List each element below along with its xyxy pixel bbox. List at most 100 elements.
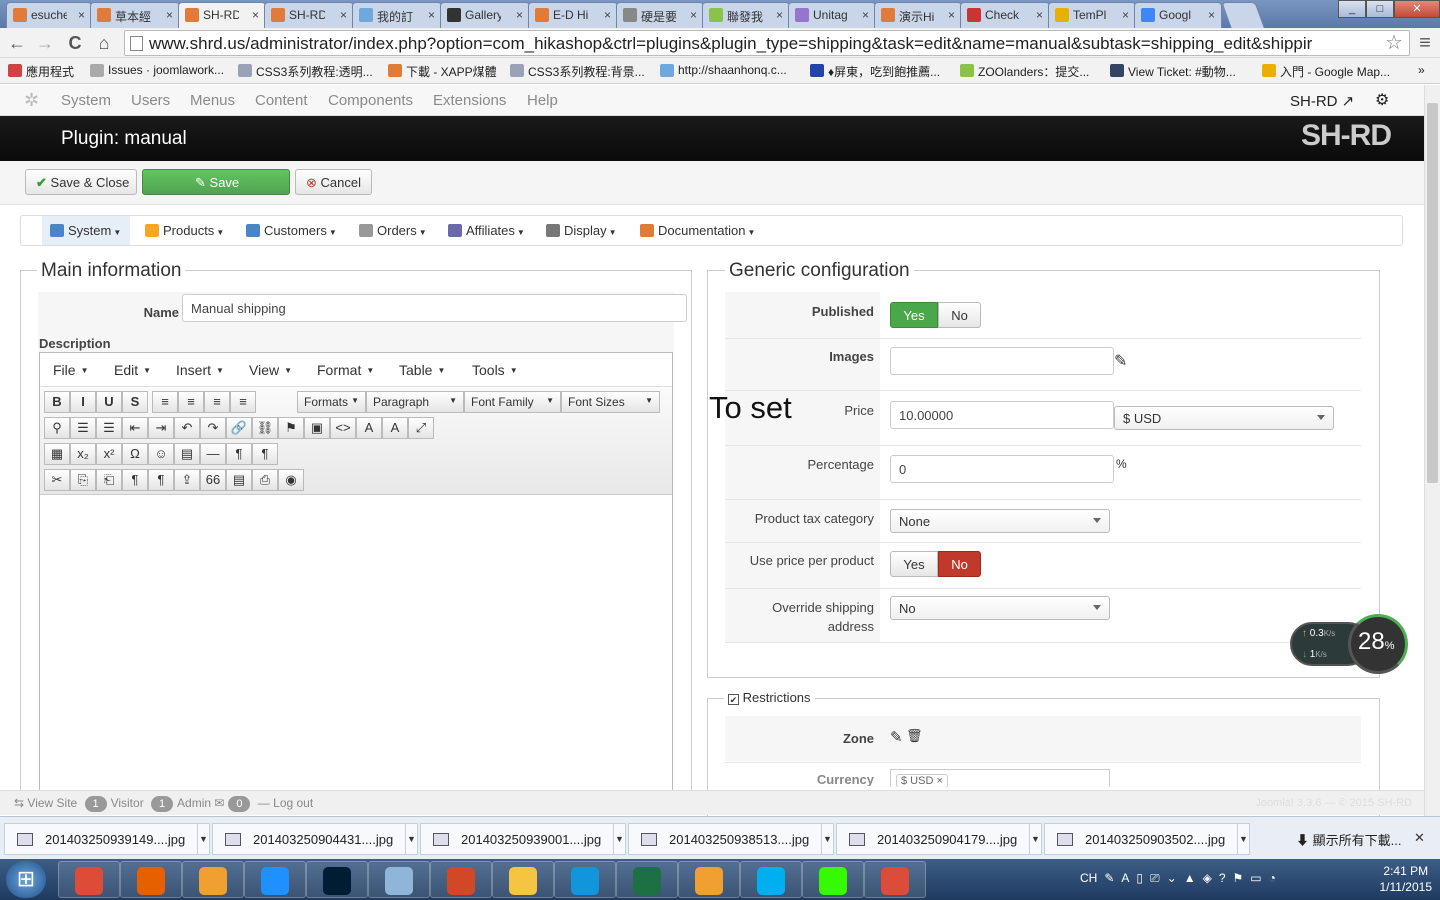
published-yes-toggle[interactable]: Yes: [890, 302, 938, 328]
bookmark-item[interactable]: 下載 - XAPP煤體: [388, 63, 497, 80]
taskbar-firefox[interactable]: [120, 861, 182, 898]
tab-close-icon[interactable]: ×: [252, 8, 259, 22]
price-per-product-yes-toggle[interactable]: Yes: [890, 551, 938, 577]
start-button[interactable]: ⊞: [6, 861, 46, 898]
browser-tab[interactable]: 聯發我 ×: [702, 2, 790, 28]
tray-icon[interactable]: ✎: [1104, 871, 1114, 885]
bookmarks-overflow[interactable]: »: [1418, 63, 1425, 77]
editor-tool-button[interactable]: 66: [200, 469, 226, 491]
joomla-menu-content[interactable]: Content: [255, 92, 308, 109]
taskbar-dreamweaver[interactable]: [802, 861, 864, 898]
editor-tool-button[interactable]: A: [356, 417, 382, 439]
editor-tool-button[interactable]: I: [70, 391, 96, 413]
tab-close-icon[interactable]: ×: [78, 8, 85, 22]
tax-category-select[interactable]: None: [890, 509, 1110, 533]
save-close-button[interactable]: ✔ Save & Close: [25, 169, 137, 195]
browser-tab[interactable]: esuche ×: [6, 2, 92, 28]
editor-tool-button[interactable]: U: [96, 391, 122, 413]
bookmark-item[interactable]: 應用程式: [8, 63, 74, 80]
editor-tool-button[interactable]: ⎗: [96, 469, 122, 491]
editor-tool-button[interactable]: ≡: [152, 391, 178, 413]
logout-link[interactable]: Log out: [273, 796, 313, 810]
browser-tab[interactable]: 演示Hi ×: [874, 2, 962, 28]
browser-tab[interactable]: Check ×: [960, 2, 1050, 28]
editor-content-area[interactable]: [40, 496, 672, 791]
currency-restriction-input[interactable]: $ USD ×: [890, 769, 1110, 787]
editor-menu-edit[interactable]: Edit ▼: [114, 362, 151, 378]
editor-tool-button[interactable]: ▤: [174, 443, 200, 465]
editor-tool-button[interactable]: ▣: [304, 417, 330, 439]
download-item[interactable]: 201403250939001....jpg ▼: [420, 823, 626, 855]
bookmark-item[interactable]: View Ticket: #動物...: [1110, 63, 1236, 80]
editor-tool-button[interactable]: ≡: [230, 391, 256, 413]
browser-tab[interactable]: SH-RD ×: [178, 2, 266, 28]
editor-menu-format[interactable]: Format ▼: [317, 362, 374, 378]
minimize-button[interactable]: _: [1338, 0, 1366, 18]
tab-close-icon[interactable]: ×: [1208, 8, 1215, 22]
images-input[interactable]: [890, 347, 1114, 375]
browser-tab[interactable]: Unitag ×: [788, 2, 876, 28]
taskbar-media-player[interactable]: [182, 861, 244, 898]
editor-tool-button[interactable]: Ω: [122, 443, 148, 465]
editor-menu-view[interactable]: View ▼: [249, 362, 292, 378]
bookmark-item[interactable]: ♦屏東，吃到飽推薦...: [810, 63, 940, 80]
page-scrollbar[interactable]: [1424, 85, 1440, 816]
editor-tool-button[interactable]: ≡: [204, 391, 230, 413]
download-item[interactable]: 201403250939149....jpg ▼: [4, 823, 210, 855]
editor-menu-tools[interactable]: Tools ▼: [472, 362, 518, 378]
browser-tab[interactable]: 硬是要 ×: [616, 2, 704, 28]
taskbar-notepad[interactable]: [368, 861, 430, 898]
tab-close-icon[interactable]: ×: [1036, 8, 1043, 22]
editor-tool-button[interactable]: ⎙: [252, 469, 278, 491]
download-options-button[interactable]: ▼: [197, 824, 209, 854]
cancel-button[interactable]: ⊗ Cancel: [295, 169, 372, 195]
browser-tab[interactable]: TemPl ×: [1048, 2, 1136, 28]
tray-icon[interactable]: ▭: [1250, 871, 1261, 885]
editor-tool-button[interactable]: ⚲: [44, 417, 70, 439]
save-button[interactable]: ✎ Save: [142, 169, 290, 195]
editor-dropdown-formats[interactable]: Formats ▼: [297, 391, 366, 413]
editor-tool-button[interactable]: ⤢: [408, 417, 434, 439]
editor-tool-button[interactable]: ▦: [44, 443, 70, 465]
tray-icon[interactable]: ◔: [1269, 871, 1276, 885]
download-options-button[interactable]: ▼: [1029, 824, 1041, 854]
editor-tool-button[interactable]: ⇪: [174, 469, 200, 491]
taskbar-chrome[interactable]: [58, 861, 120, 898]
bookmark-item[interactable]: Issues · joomlawork...: [90, 63, 224, 77]
pencil-icon[interactable]: ✎: [1114, 351, 1127, 371]
tab-close-icon[interactable]: ×: [1122, 8, 1129, 22]
show-all-downloads[interactable]: ⬇ 顯示所有下載...: [1296, 830, 1401, 849]
hikashop-nav-products[interactable]: Products ▼: [137, 216, 229, 245]
editor-menu-table[interactable]: Table ▼: [399, 362, 445, 378]
hikashop-nav-affiliates[interactable]: Affiliates ▼: [440, 216, 528, 245]
bookmark-star-icon[interactable]: ☆: [1383, 32, 1405, 54]
taskbar-powerpoint[interactable]: [430, 861, 492, 898]
download-options-button[interactable]: ▼: [1237, 824, 1249, 854]
editor-dropdown-font-family[interactable]: Font Family ▼: [464, 391, 561, 413]
editor-tool-button[interactable]: ⎘: [70, 469, 96, 491]
hikashop-nav-customers[interactable]: Customers ▼: [238, 216, 340, 245]
editor-menu-insert[interactable]: Insert ▼: [176, 362, 224, 378]
bookmark-item[interactable]: ZOOlanders：提交...: [960, 63, 1089, 80]
published-no-toggle[interactable]: No: [938, 302, 981, 328]
override-shipping-select[interactable]: No: [890, 596, 1110, 620]
browser-tab[interactable]: Gallery ×: [440, 2, 530, 28]
joomla-menu-system[interactable]: System: [61, 92, 111, 109]
tray-icon[interactable]: CH: [1080, 871, 1097, 885]
download-options-button[interactable]: ▼: [405, 824, 417, 854]
zone-edit-icon[interactable]: ✎: [890, 728, 903, 746]
tab-close-icon[interactable]: ×: [604, 8, 611, 22]
joomla-menu-menus[interactable]: Menus: [190, 92, 235, 109]
joomla-logo-icon[interactable]: ✲: [24, 90, 39, 111]
editor-tool-button[interactable]: <>: [330, 417, 356, 439]
reload-button[interactable]: C: [64, 32, 86, 54]
taskbar-photoshop[interactable]: [306, 861, 368, 898]
download-item[interactable]: 201403250938513....jpg ▼: [628, 823, 834, 855]
tab-close-icon[interactable]: ×: [516, 8, 523, 22]
hikashop-nav-documentation[interactable]: Documentation ▼: [632, 216, 762, 245]
currency-tag[interactable]: $ USD ×: [896, 774, 948, 787]
back-button[interactable]: ←: [6, 32, 28, 54]
tab-close-icon[interactable]: ×: [428, 8, 435, 22]
view-site-link[interactable]: View Site: [27, 796, 77, 810]
editor-tool-button[interactable]: ☰: [70, 417, 96, 439]
